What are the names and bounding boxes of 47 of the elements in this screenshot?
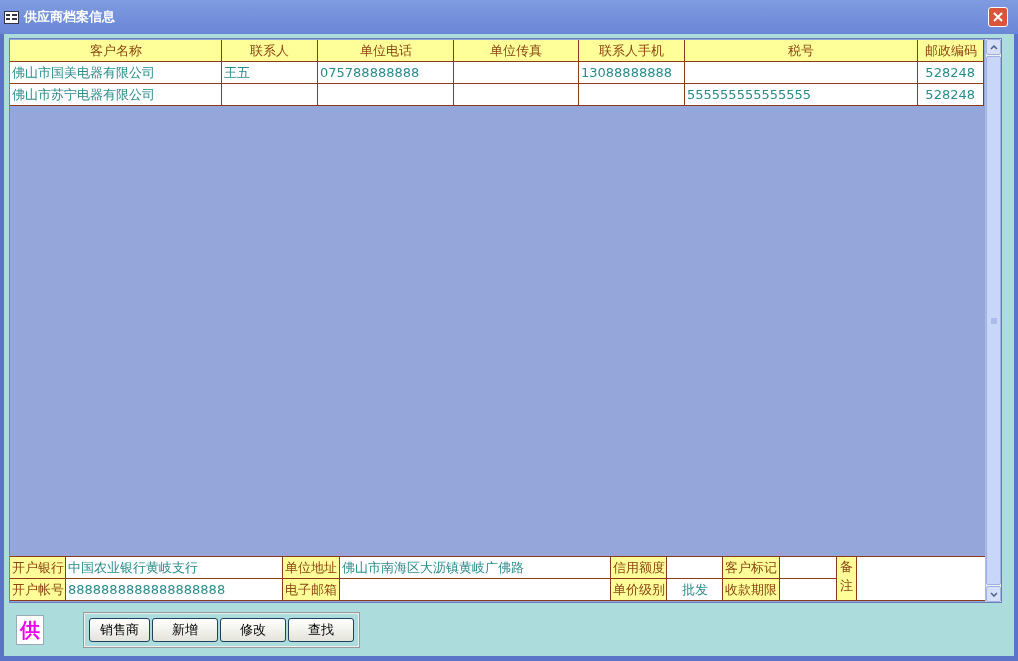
table-cell: 555555555555555 <box>685 84 918 106</box>
table-cell: 13088888888 <box>579 62 685 84</box>
chevron-down-icon <box>989 591 998 597</box>
field-label: 客户标记 <box>723 557 780 579</box>
field-label: 开户银行 <box>10 557 66 579</box>
field-label: 单价级别 <box>611 579 667 601</box>
table-cell: 王五 <box>222 62 318 84</box>
column-header: 联系人手机 <box>579 40 685 62</box>
form-icon <box>4 10 19 24</box>
action-button[interactable]: 查找 <box>288 618 354 642</box>
table-cell: 075788888888 <box>318 62 454 84</box>
close-icon <box>993 12 1003 22</box>
close-button[interactable] <box>988 7 1008 27</box>
logo-badge: 供 <box>16 615 44 645</box>
scroll-up-button[interactable] <box>986 39 1001 55</box>
field-value[interactable] <box>667 557 723 579</box>
chevron-up-icon <box>989 44 998 50</box>
field-value[interactable] <box>340 579 611 601</box>
column-header: 联系人 <box>222 40 318 62</box>
column-header: 单位传真 <box>454 40 579 62</box>
table-cell: 佛山市苏宁电器有限公司 <box>10 84 222 106</box>
table-cell: 佛山市国美电器有限公司 <box>10 62 222 84</box>
column-header: 税号 <box>685 40 918 62</box>
field-value[interactable]: 佛山市南海区大沥镇黄岐广佛路 <box>340 557 611 579</box>
field-label: 单位地址 <box>283 557 340 579</box>
table-cell: 528248 <box>918 62 984 84</box>
field-label: 电子邮箱 <box>283 579 340 601</box>
field-label: 收款期限 <box>723 579 780 601</box>
field-value[interactable]: 中国农业银行黄岐支行 <box>66 557 283 579</box>
field-value[interactable] <box>780 557 837 579</box>
remark-field[interactable] <box>857 557 985 601</box>
column-header: 单位电话 <box>318 40 454 62</box>
field-label: 信用额度 <box>611 557 667 579</box>
table-cell: 528248 <box>918 84 984 106</box>
grip-icon <box>990 317 997 324</box>
action-button[interactable]: 修改 <box>220 618 286 642</box>
action-button[interactable]: 新增 <box>152 618 218 642</box>
window-title: 供应商档案信息 <box>24 8 115 27</box>
field-value[interactable]: 8888888888888888888 <box>66 579 283 601</box>
column-header: 邮政编码 <box>918 40 984 62</box>
field-label: 开户帐号 <box>10 579 66 601</box>
remark-label: 备注 <box>837 557 857 601</box>
action-button[interactable]: 销售商 <box>89 618 150 642</box>
column-header: 客户名称 <box>10 40 222 62</box>
scroll-down-button[interactable] <box>986 586 1001 602</box>
field-value[interactable] <box>780 579 837 601</box>
field-value[interactable]: 批发 <box>667 579 723 601</box>
